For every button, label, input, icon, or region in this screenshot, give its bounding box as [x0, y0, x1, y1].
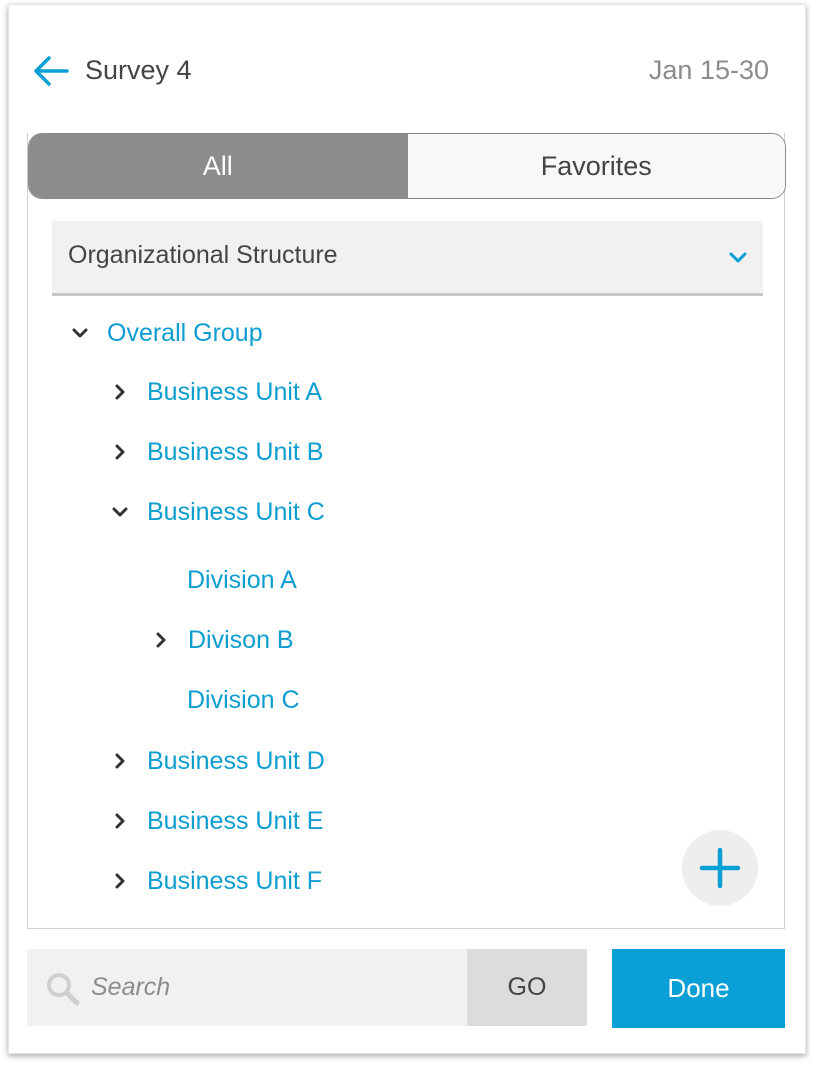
tree-node-label: Business Unit D — [147, 746, 325, 775]
tab-all[interactable]: All — [29, 134, 407, 198]
arrow-left-icon — [34, 56, 69, 86]
tree-node-division-c[interactable]: Division C — [187, 680, 300, 720]
tree-node-division-a[interactable]: Division A — [187, 560, 297, 600]
view-tabs: All Favorites — [28, 133, 786, 199]
chevron-right-icon[interactable] — [109, 810, 131, 832]
tree-node-label: Business Unit F — [147, 866, 323, 895]
page-title: Survey 4 — [85, 55, 192, 85]
tree-node-business-unit-d[interactable]: Business Unit D — [109, 741, 325, 781]
dropdown-selected-value: Organizational Structure — [68, 241, 338, 269]
tree-node-business-unit-f[interactable]: Business Unit F — [109, 861, 322, 901]
tab-favorites[interactable]: Favorites — [406, 134, 785, 198]
tree-node-overall-group[interactable]: Overall Group — [69, 313, 263, 353]
chevron-right-icon[interactable] — [109, 750, 131, 772]
date-range: Jan 15-30 — [648, 55, 769, 85]
search-bar: GO — [27, 949, 587, 1026]
chevron-right-icon[interactable] — [109, 870, 131, 892]
tree-node-business-unit-b[interactable]: Business Unit B — [109, 432, 323, 472]
chevron-down-icon[interactable] — [69, 322, 91, 344]
tree-node-business-unit-c[interactable]: Business Unit C — [109, 492, 325, 532]
tree-node-business-unit-a[interactable]: Business Unit A — [109, 372, 322, 412]
plus-icon — [699, 847, 741, 889]
go-button[interactable]: GO — [467, 949, 587, 1026]
tree-node-label: Business Unit E — [147, 806, 324, 835]
survey-card: Survey 4 Jan 15-30 All Favorites Organiz… — [8, 4, 806, 1054]
done-button[interactable]: Done — [612, 949, 785, 1028]
structure-dropdown[interactable]: Organizational Structure — [52, 221, 763, 296]
tree-node-division-b[interactable]: Divison B — [150, 620, 294, 660]
add-button[interactable] — [682, 830, 758, 906]
search-input[interactable] — [91, 949, 463, 1026]
tree-node-label: Divison B — [188, 625, 294, 654]
tree-node-label: Division A — [187, 565, 297, 594]
chevron-down-icon — [729, 252, 747, 263]
back-button[interactable] — [31, 51, 71, 91]
tree-node-label: Business Unit A — [147, 377, 323, 406]
search-icon — [47, 973, 80, 1006]
chevron-right-icon[interactable] — [109, 381, 131, 403]
tree-node-label: Overall Group — [107, 318, 263, 347]
tree-node-label: Division C — [187, 685, 300, 714]
tree-node-label: Business Unit C — [147, 497, 325, 526]
chevron-right-icon[interactable] — [109, 441, 131, 463]
chevron-right-icon[interactable] — [150, 629, 172, 651]
chevron-down-icon[interactable] — [109, 501, 131, 523]
header: Survey 4 Jan 15-30 — [9, 5, 805, 133]
tree-node-label: Business Unit B — [147, 437, 324, 466]
tree-node-business-unit-e[interactable]: Business Unit E — [109, 801, 323, 841]
